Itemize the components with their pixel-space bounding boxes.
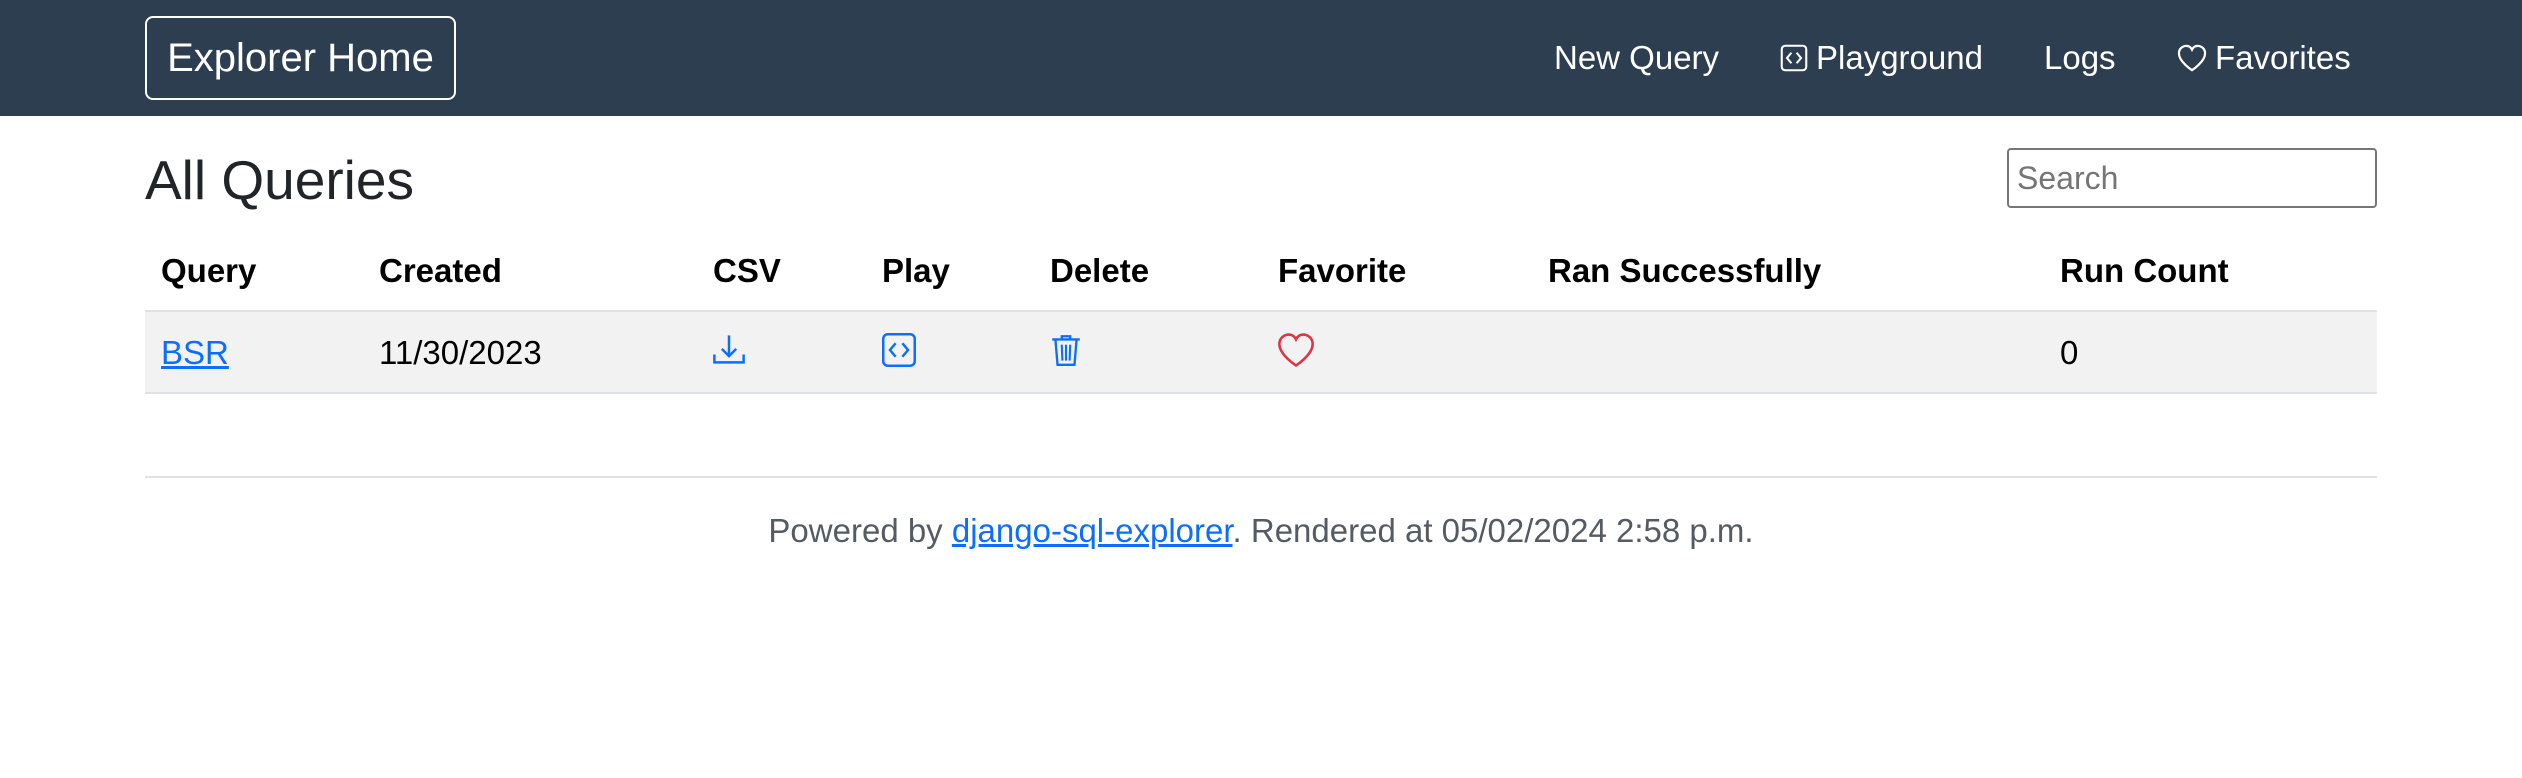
- logs-label: Logs: [2044, 39, 2116, 76]
- page-title: All Queries: [145, 149, 414, 211]
- table-row: BSR 11/30/2023 0: [145, 312, 2377, 394]
- queries-table: Query Created CSV Play Delete Favorite R…: [145, 240, 2377, 394]
- footer-prefix: Powered by: [768, 512, 952, 549]
- footer: Powered by django-sql-explorer. Rendered…: [0, 512, 2522, 550]
- delete-button[interactable]: [1049, 332, 1089, 372]
- search-input[interactable]: [2007, 148, 2377, 208]
- table-header: Query Created CSV Play Delete Favorite R…: [145, 240, 2377, 312]
- trash-icon: [1052, 335, 1080, 366]
- column-header-play: Play: [882, 252, 950, 289]
- new-query-label: New Query: [1554, 39, 1720, 76]
- column-header-run-count[interactable]: Run Count: [2060, 252, 2229, 290]
- query-link[interactable]: BSR: [161, 334, 229, 371]
- query-name-cell: BSR: [161, 334, 229, 372]
- heart-icon: [2177, 44, 2207, 72]
- navbar: Explorer Home New Query Playground Logs …: [0, 0, 2522, 116]
- csv-download-button[interactable]: [711, 332, 751, 372]
- created-date: 11/30/2023: [379, 334, 542, 371]
- favorites-link[interactable]: Favorites: [2177, 30, 2351, 86]
- new-query-link[interactable]: New Query: [1554, 30, 1719, 86]
- playground-label: Playground: [1816, 39, 1983, 76]
- code-square-icon: [1780, 44, 1808, 72]
- column-header-query[interactable]: Query: [161, 252, 256, 290]
- heart-icon: [1278, 333, 1314, 367]
- logs-link[interactable]: Logs: [2044, 30, 2116, 86]
- column-header-favorite: Favorite: [1278, 252, 1407, 289]
- django-sql-explorer-link[interactable]: django-sql-explorer: [952, 512, 1233, 549]
- footer-divider: [145, 476, 2377, 478]
- favorite-button[interactable]: [1277, 332, 1317, 372]
- column-header-csv: CSV: [713, 252, 781, 289]
- explorer-home-button[interactable]: Explorer Home: [145, 16, 456, 100]
- column-header-created[interactable]: Created: [379, 252, 502, 290]
- code-square-icon: [882, 333, 916, 367]
- favorites-label: Favorites: [2215, 39, 2351, 76]
- column-header-ran-successfully[interactable]: Ran Successfully: [1548, 252, 1821, 290]
- play-button[interactable]: [881, 332, 921, 372]
- footer-rendered-at: . Rendered at 05/02/2024 2:58 p.m.: [1232, 512, 1754, 549]
- download-icon: [713, 335, 745, 364]
- column-header-delete: Delete: [1050, 252, 1150, 289]
- run-count-value: 0: [2060, 334, 2079, 371]
- playground-link[interactable]: Playground: [1780, 30, 1983, 86]
